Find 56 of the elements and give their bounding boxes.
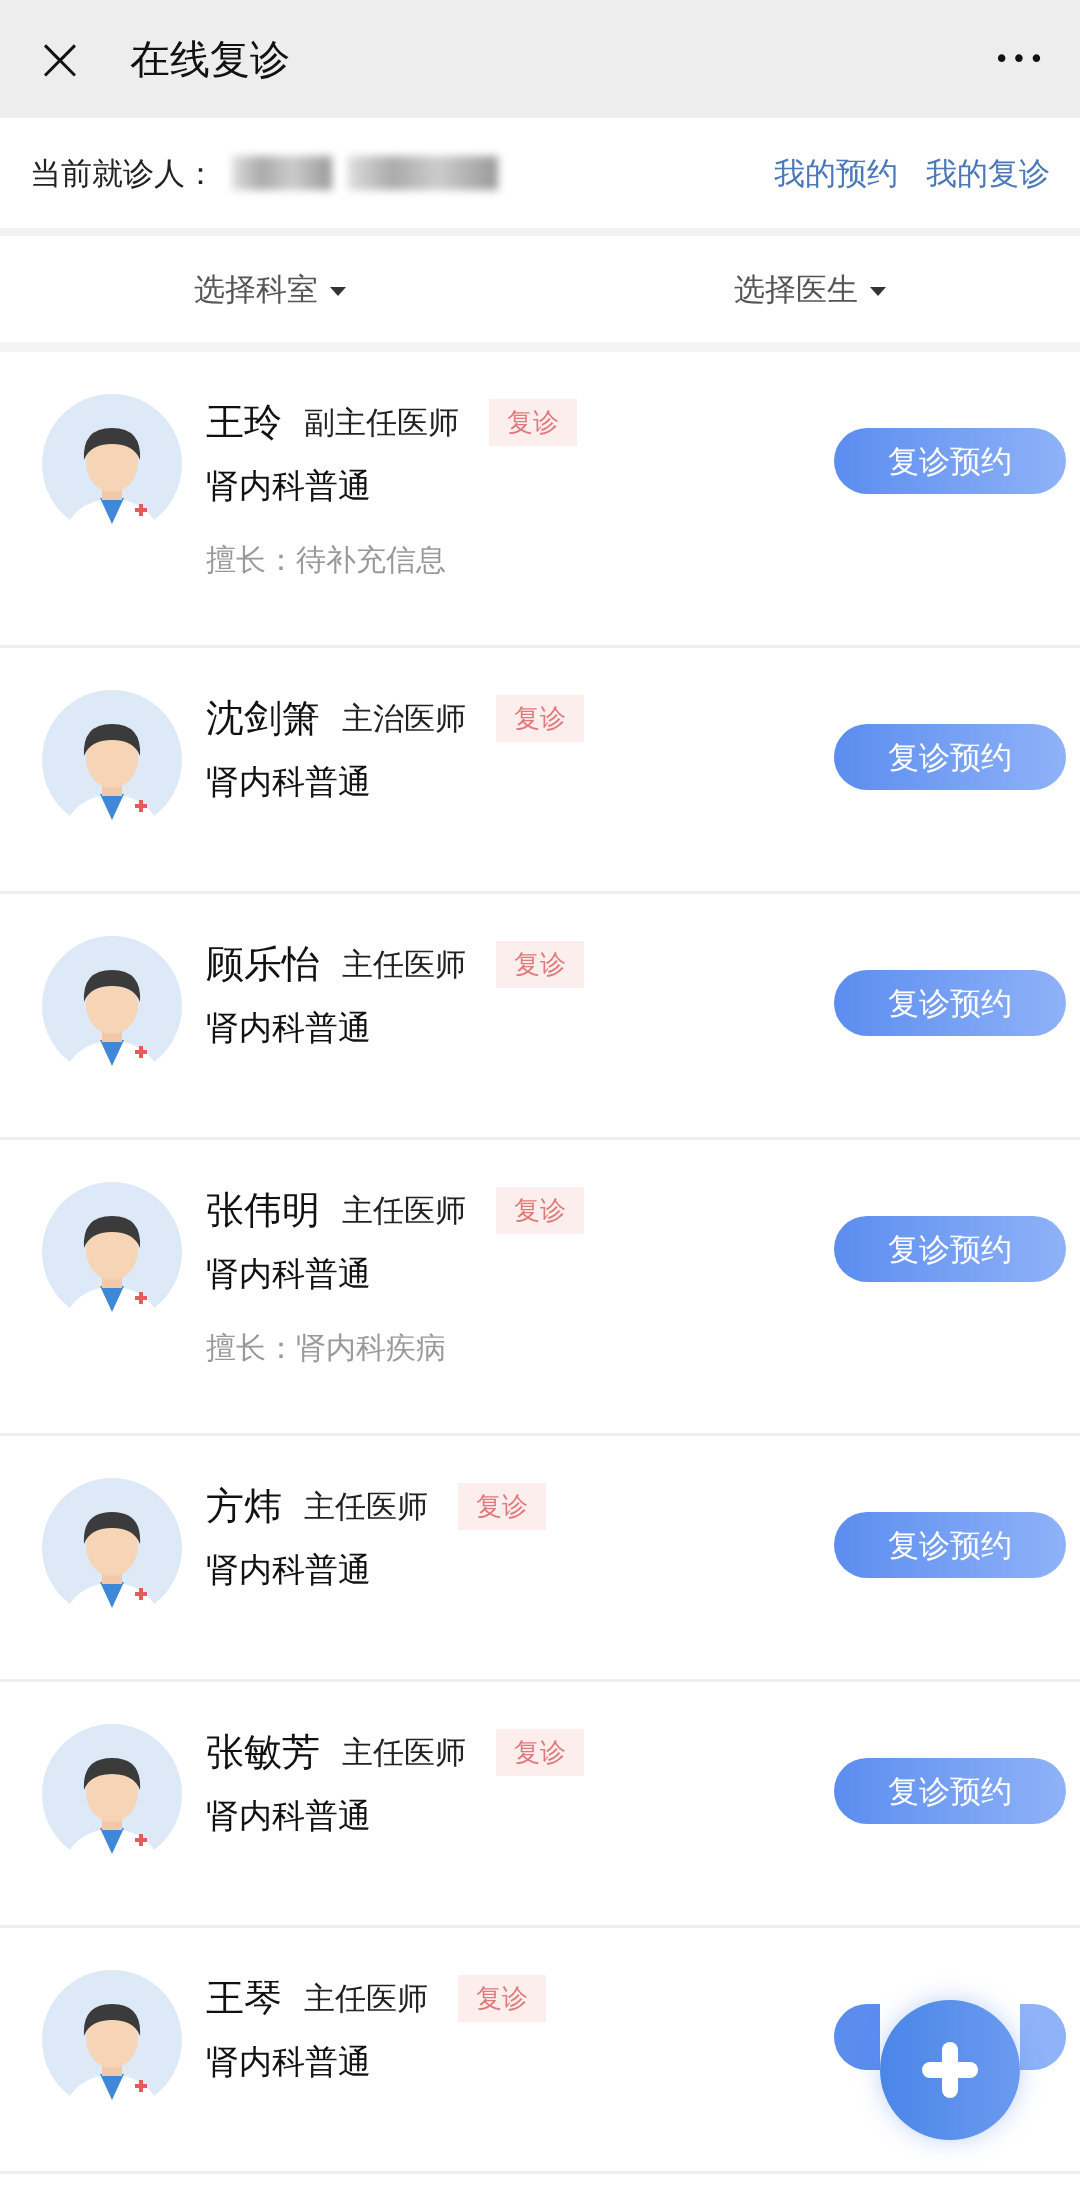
doctor-name: 沈剑箫 (206, 695, 320, 742)
doctor-title: 主任医师 (304, 1487, 428, 1527)
doctor-avatar-icon (42, 1182, 182, 1322)
revisit-tag: 复诊 (496, 941, 584, 988)
revisit-tag: 复诊 (496, 1729, 584, 1776)
doctor-title: 主任医师 (342, 945, 466, 985)
close-button[interactable]: × (34, 28, 86, 90)
book-button[interactable]: 复诊预约 (834, 724, 1066, 790)
revisit-tag: 复诊 (496, 695, 584, 742)
filter-dropdown[interactable]: 选择科室 (188, 264, 352, 314)
plus-icon (920, 2040, 980, 2100)
book-button[interactable]: 复诊预约 (834, 428, 1066, 494)
nav-link[interactable]: 我的复诊 (926, 149, 1050, 197)
book-button[interactable]: 复诊预约 (834, 1512, 1066, 1578)
book-button[interactable]: 复诊预约 (834, 1216, 1066, 1282)
doctor-avatar-icon (42, 1724, 182, 1864)
doctor-title: 副主任医师 (304, 403, 459, 443)
doctor-title: 主任医师 (342, 1191, 466, 1231)
doctor-avatar-icon (42, 690, 182, 830)
doctor-avatar-icon (42, 394, 182, 534)
revisit-tag: 复诊 (496, 1187, 584, 1234)
doctor-title: 主任医师 (342, 1733, 466, 1773)
revisit-tag: 复诊 (458, 1975, 546, 2022)
doctor-name: 方炜 (206, 1483, 282, 1530)
doctor-avatar-icon (42, 936, 182, 1076)
department-text: 肾内科普通 (206, 761, 372, 803)
window-title: 在线复诊 (129, 35, 290, 84)
book-button-edge[interactable] (1020, 2004, 1066, 2070)
revisit-tag: 复诊 (489, 399, 577, 446)
book-button[interactable]: 复诊预约 (834, 1758, 1066, 1824)
filter-dropdown[interactable]: 选择医生 (728, 264, 892, 314)
doctor-avatar-icon (42, 1478, 182, 1618)
doctor-title: 主任医师 (304, 1979, 428, 2019)
department-text: 肾内科普通 (206, 1549, 372, 1591)
department-text: 肾内科普通 (206, 465, 372, 507)
department-text: 肾内科普通 (206, 1007, 372, 1049)
specialty-text: 擅长：肾内科疾病 (206, 1328, 447, 1367)
book-button-edge[interactable] (834, 2004, 880, 2070)
doctor-name: 王琴 (206, 1975, 282, 2022)
caret-icon (330, 286, 346, 296)
doctor-avatar-icon (42, 1970, 182, 2110)
doctor-title: 主治医师 (342, 699, 466, 739)
nav-link[interactable]: 我的预约 (774, 149, 898, 197)
doctor-name: 顾乐怡 (206, 941, 320, 988)
specialty-text: 擅长：待补充信息 (206, 540, 447, 579)
revisit-tag: 复诊 (458, 1483, 546, 1530)
department-text: 肾内科普通 (206, 1795, 372, 1837)
doctor-name: 张伟明 (206, 1187, 320, 1234)
patient-label: 当前就诊人： (30, 153, 216, 193)
caret-icon (870, 286, 886, 296)
doctor-name: 张敏芳 (206, 1729, 320, 1776)
more-button[interactable]: ••• (994, 39, 1046, 79)
doctor-name: 王玲 (206, 399, 282, 446)
department-text: 肾内科普通 (206, 2041, 372, 2083)
department-text: 肾内科普通 (206, 1253, 372, 1295)
book-button[interactable]: 复诊预约 (834, 970, 1066, 1036)
